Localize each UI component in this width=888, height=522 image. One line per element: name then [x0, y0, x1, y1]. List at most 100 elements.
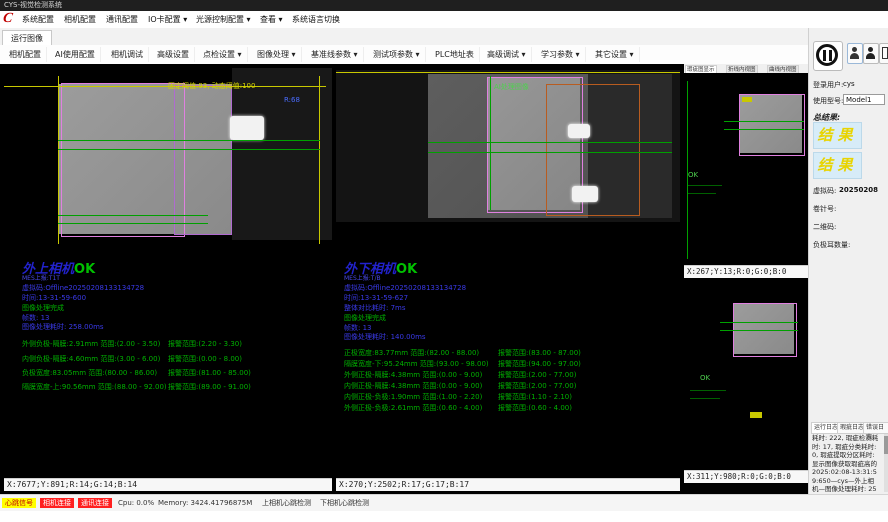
menu-item-view[interactable]: 查看 ▾ [256, 11, 287, 28]
tool-advanced-settings[interactable]: 高级设置 [152, 47, 195, 62]
middle-green-vline [490, 76, 491, 210]
heartbeat-status-badge: 心跳信号 [2, 498, 36, 508]
virtual-code-label: 虚拟码: [813, 186, 836, 196]
middle-sub-line: MES上报:T/B [344, 273, 381, 282]
result-indicator-1: 结果 [813, 122, 862, 149]
tab-run-image[interactable]: 运行图像 [2, 30, 52, 46]
log-area: 运行日志 瑕疵日志 错误日志 耗时: 222, 瑕疵检测耗时: 17, 瑕疵分类… [809, 422, 888, 494]
left-measure-row: 隔膜宽度-上:90.56mm 范围:(88.00 - 92.00) [22, 382, 167, 392]
middle-camera-view[interactable]: AI处理图像 外下相机OK MES上报:T/B 虚拟码:Offline20250… [336, 68, 680, 478]
left-alarm-range: 报警范围:(2.20 - 3.30) [168, 339, 242, 349]
user-profile-button[interactable] [863, 43, 879, 64]
login-user-value: cys [843, 80, 855, 88]
tool-baseline-params[interactable]: 基准线参数 ▾ [306, 47, 364, 62]
user-circle-icon [868, 47, 873, 52]
tool-camera-debug[interactable]: 相机调试 [106, 47, 149, 62]
result-indicator-2: 结果 [813, 152, 862, 179]
tool-spot-check[interactable]: 点检设置 ▾ [198, 47, 248, 62]
model-select[interactable]: Model1 [843, 94, 885, 105]
left-yellow-vline-2 [319, 76, 320, 244]
left-yellow-vline-1 [58, 76, 59, 244]
middle-alarm-range: 报警范围:(83.00 - 87.00) [498, 348, 581, 358]
tool-plc-address[interactable]: PLC地址表 [430, 47, 480, 62]
left-measure-row: 负极宽度:83.05mm 范围:(80.00 - 86.00) [22, 368, 157, 378]
user-switch-button[interactable] [847, 43, 863, 64]
middle-virtual-code: 虚拟码:Offline20250208133134728 [344, 283, 466, 293]
user-icon-body [850, 53, 859, 59]
thumb-bottom-ok: OK [700, 374, 710, 382]
left-roi-box [61, 83, 185, 237]
thumb-top-roi [739, 94, 805, 156]
left-done-status: 图像处理完成 [22, 303, 64, 313]
menu-bar: C 系统配置 相机配置 通讯配置 IO卡配置 ▾ 光源控制配置 ▾ 查看 ▾ 系… [0, 11, 888, 29]
tool-learning-params[interactable]: 学习参数 ▾ [536, 47, 586, 62]
left-measure-row: 外侧负极-隔膜:2.91mm 范围:(2.00 - 3.50) [22, 339, 160, 349]
middle-elapsed: 图像处理耗时: 140.00ms [344, 332, 426, 342]
left-green-line-1 [58, 140, 320, 141]
thumb-bottom-yellow-tag [750, 412, 762, 418]
left-measure-row: 内侧负极-隔膜:4.60mm 范围:(3.00 - 6.00) [22, 354, 160, 364]
thumb-bottom-green-line-2 [720, 330, 798, 331]
left-green-line-4 [58, 223, 208, 224]
thumb-tab-row: 瑕疵图显示 折线内视图 曲线内视图 [684, 64, 808, 73]
thumb-top-green-vline [687, 81, 688, 259]
window-title: CYS-视觉检测系统 [4, 1, 62, 9]
tool-other-settings[interactable]: 其它设置 ▾ [590, 47, 640, 62]
app-logo-icon: C [2, 11, 14, 27]
pause-button[interactable] [813, 41, 843, 71]
pause-bars-icon [823, 50, 826, 61]
thumb-bottom-green-line-1 [720, 322, 798, 323]
log-tab-error[interactable]: 错误日志 [863, 422, 888, 434]
menu-item-io-config[interactable]: IO卡配置 ▾ [144, 11, 191, 28]
menu-item-camera-config[interactable]: 相机配置 [60, 11, 100, 28]
left-tab-blob [230, 116, 264, 140]
left-camera-view[interactable]: 固定阈值:93, 动态阈值:100 R:68 外上相机OK MES上报:T1T … [4, 68, 332, 478]
thumb-bottom-mini-line-2 [690, 398, 720, 399]
anode-tab-count-label: 负极耳数量: [813, 240, 850, 250]
left-alarm-range: 报警范围:(0.00 - 8.00) [168, 354, 242, 364]
thumb-bottom-coords: X:311;Y:980;R:0;G:0;B:0 [684, 470, 808, 483]
menu-item-language-switch[interactable]: 系统语言切换 [288, 11, 344, 28]
middle-alarm-range: 报警范围:(2.00 - 77.00) [498, 381, 576, 391]
tool-advanced-debug[interactable]: 高级调试 ▾ [482, 47, 532, 62]
model-label: 使用型号: [813, 96, 843, 106]
middle-measure-row: 隔膜宽度-下:95.24mm 范围:(93.00 - 98.00) [344, 359, 489, 369]
thumb-bottom-view[interactable]: OK [684, 278, 808, 470]
qr-code-label: 二维码: [813, 222, 836, 232]
roll-needle-label: 卷针号: [813, 204, 836, 214]
log-text: 耗时: 222, 瑕疵检测耗时: 17, 瑕疵分类耗时: 0, 瑕疵提取分区耗时… [812, 434, 880, 502]
log-scrollbar-thumb[interactable] [884, 436, 888, 454]
menu-item-light-config[interactable]: 光源控制配置 ▾ [192, 11, 255, 28]
left-pixel-coords: X:7677;Y:891;R:14;G:14;B:14 [4, 478, 332, 491]
left-alarm-range: 报警范围:(89.00 - 91.00) [168, 382, 251, 392]
virtual-code-value: 20250208 [839, 186, 878, 194]
thumb-top-green-line-1 [724, 121, 804, 122]
tool-camera-config[interactable]: 相机配置 [4, 47, 47, 62]
tool-test-params[interactable]: 测试项参数 ▾ [368, 47, 426, 62]
left-yellow-hline [4, 86, 326, 87]
exit-button[interactable]: → [879, 43, 888, 64]
window-titlebar: CYS-视觉检测系统 [0, 0, 888, 11]
thumb-top-view[interactable]: OK [684, 73, 808, 265]
control-sidebar: → 登录用户: cys 使用型号: Model1 总结果: 结果 结果 虚拟码:… [808, 28, 888, 494]
middle-measure-row: 正极宽度:83.77mm 范围:(82.00 - 88.00) [344, 348, 479, 358]
thumb-top-coords: X:267;Y:13;R:0;G:0;B:0 [684, 265, 808, 278]
left-green-line-2 [58, 149, 320, 150]
menu-item-system-config[interactable]: 系统配置 [18, 11, 58, 28]
app-window: CYS-视觉检测系统 C 系统配置 相机配置 通讯配置 IO卡配置 ▾ 光源控制… [0, 0, 888, 522]
middle-alarm-range: 报警范围:(1.10 - 2.10) [498, 392, 572, 402]
comm-connect-badge: 通讯连接 [78, 498, 112, 508]
tool-ai-usage-config[interactable]: AI使用配置 [50, 47, 101, 62]
middle-green-line-1 [428, 142, 672, 143]
middle-yellow-hline [336, 72, 680, 73]
middle-done-status: 图像处理完成 [344, 313, 386, 323]
middle-alarm-range: 报警范围:(94.00 - 97.00) [498, 359, 581, 369]
middle-pixel-coords: X:270;Y:2502;R:17;G:17;B:17 [336, 478, 680, 491]
tool-image-process[interactable]: 图像处理 ▾ [252, 47, 302, 62]
menu-item-comm-config[interactable]: 通讯配置 [102, 11, 142, 28]
middle-measure-row: 外侧正极-隔膜:4.38mm 范围:(0.00 - 9.00) [344, 370, 482, 380]
left-ok-badge: OK [74, 262, 95, 277]
left-r-overlay: R:68 [284, 96, 300, 104]
middle-ok-badge: OK [396, 262, 417, 277]
log-scrollbar[interactable] [884, 434, 888, 492]
